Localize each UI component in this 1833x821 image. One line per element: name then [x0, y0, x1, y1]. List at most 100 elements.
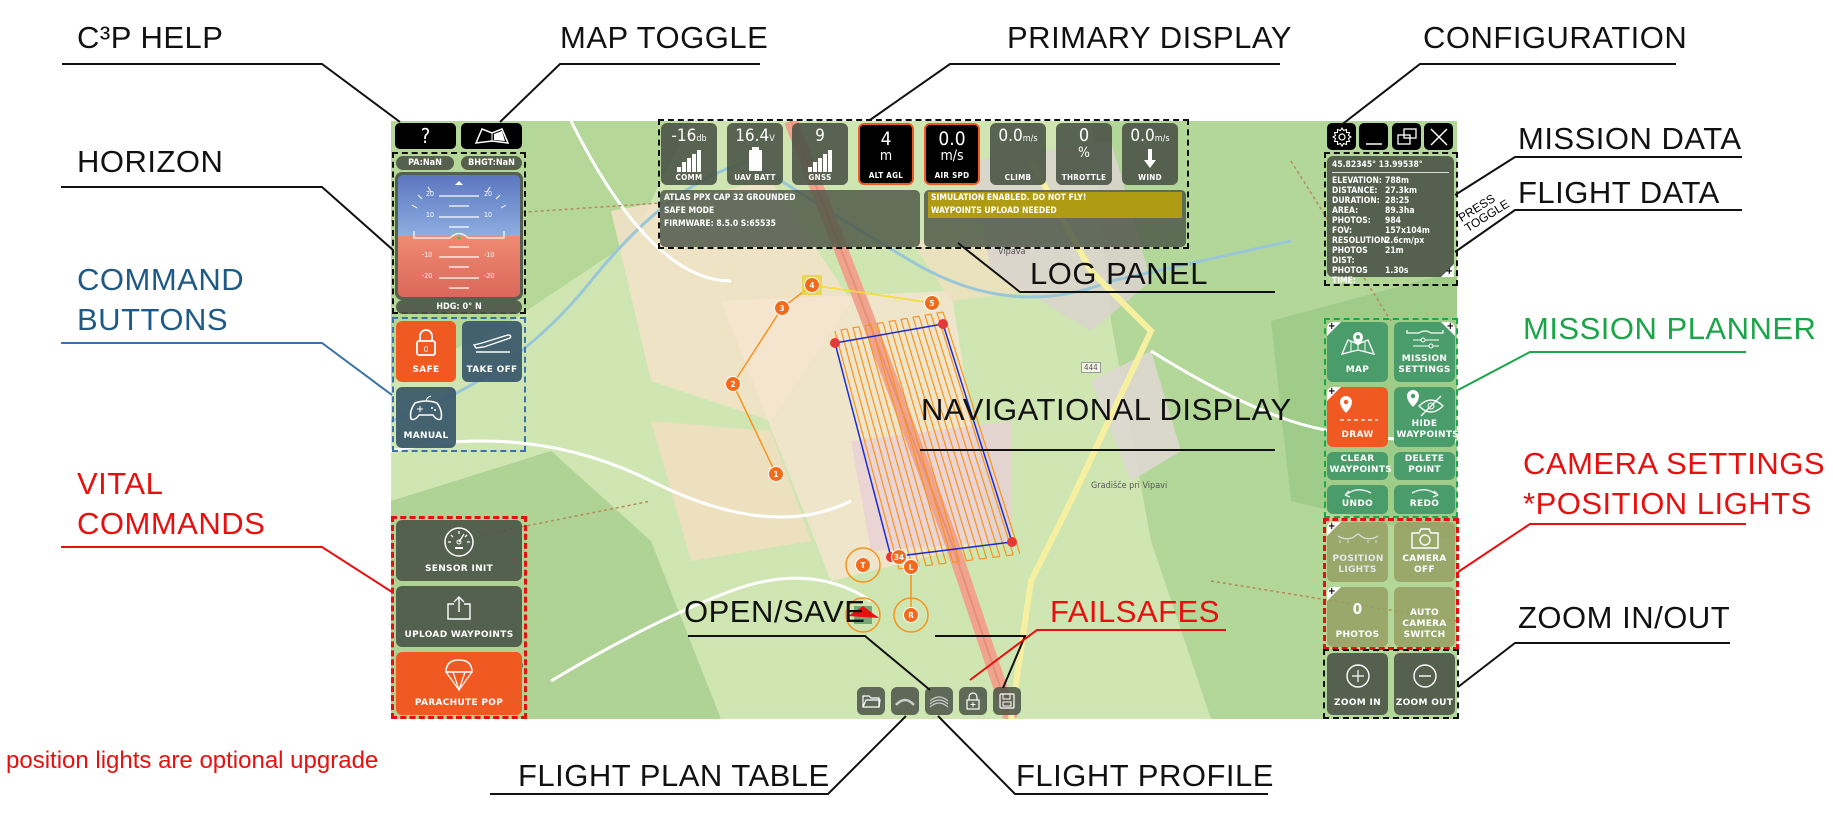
annotation-flight-plan-table: FLIGHT PLAN TABLE [518, 758, 830, 793]
mission-data-key: PHOTOS: [1332, 216, 1371, 226]
safe-button[interactable]: 0 SAFE [396, 321, 456, 382]
pitch-tick: 20 [426, 190, 435, 198]
minimize-button[interactable] [1359, 123, 1388, 150]
help-button[interactable]: ? [395, 123, 456, 149]
mission-planner-label: UNDO [1341, 498, 1374, 509]
waypoint-label: 3 [779, 303, 785, 313]
mission-data-row: PHOTOS TIME: 1.30s [1332, 266, 1449, 286]
zoom-in-button[interactable]: ZOOM IN [1327, 653, 1388, 715]
waypoint-label: 34 [893, 552, 904, 562]
annotation-horizon: HORIZON [77, 144, 224, 179]
primary-display-tile-air-spd: 0.0 m/s AIR SPD [924, 123, 980, 185]
tile-unit: m/s [940, 148, 964, 164]
bhgt-readout: BHGT:NaN [461, 156, 522, 170]
mission-data-key: ELEVATION: [1332, 176, 1382, 186]
mission-planner-delete-point-button[interactable]: DELETE POINT [1394, 452, 1455, 480]
mission-data-panel[interactable]: 45.82345° 13.99538° ELEVATION: 788m DISTAN… [1327, 156, 1454, 286]
failsafe-button[interactable] [959, 687, 987, 715]
plus-circle-icon [1345, 663, 1370, 688]
flight-profile-button[interactable] [925, 687, 953, 715]
map-pin-icon [1338, 322, 1378, 365]
zoom-out-label: ZOOM OUT [1395, 698, 1454, 708]
mission-planner-mission-settings-button[interactable]: + MISSION SETTINGS [1394, 321, 1455, 382]
manual-button[interactable]: MANUAL [396, 387, 456, 448]
flight-plan-table-button[interactable] [891, 687, 919, 715]
annotation-vital-commands-2: COMMANDS [77, 506, 266, 541]
waypoint-marker[interactable]: 1 [768, 466, 784, 482]
mission-data-value: 21m [1385, 246, 1404, 256]
mission-data-row: AREA: 89.3ha [1332, 206, 1449, 216]
tile-unit: % [1078, 145, 1090, 161]
mission-data-key: DURATION: [1332, 196, 1380, 206]
waypoint-marker[interactable]: 3 [774, 300, 790, 316]
upload-icon [447, 596, 471, 620]
tile-value: 0.0 [938, 128, 966, 150]
mission-data-value: 2.6cm/px [1385, 236, 1425, 246]
mission-planner-undo-button[interactable]: UNDO [1327, 485, 1388, 514]
mission-planner-hide-waypoints-button[interactable]: HIDE WAYPOINTS [1394, 387, 1460, 447]
tile-caption: COMM [675, 173, 703, 182]
tile-value: 4 [880, 128, 892, 150]
auto-camera-switch-button[interactable]: AUTO CAMERA SWITCH [1394, 587, 1455, 647]
toggle-plus-icon[interactable]: + [1445, 267, 1453, 277]
sensor-init-button[interactable]: SENSOR INIT [396, 520, 522, 581]
parachute-pop-button[interactable]: PARACHUTE POP [396, 652, 522, 715]
tile-value: -16 [671, 126, 697, 146]
undo-icon [1343, 488, 1373, 498]
upload-waypoints-button[interactable]: UPLOAD WAYPOINTS [396, 586, 522, 647]
warning-line: SIMULATION ENABLED. DO NOT FLY! [928, 192, 1182, 205]
photos-button[interactable]: + 0 PHOTOS [1327, 586, 1388, 647]
primary-display-tile-uav-batt: 16.4V UAV BATT [727, 123, 783, 185]
signal-bars-icon [661, 150, 717, 172]
open-button[interactable] [857, 687, 885, 715]
save-button[interactable] [993, 687, 1021, 715]
restore-button[interactable] [1392, 123, 1421, 150]
annotation-map-toggle: MAP TOGGLE [560, 20, 769, 55]
mission-planner-draw-button[interactable]: + DRAW [1327, 386, 1388, 447]
waypoint-marker[interactable]: 4 [804, 277, 820, 293]
road-label: 444 [1081, 362, 1101, 373]
primary-display-tile-comm: -16db COMM [661, 123, 717, 185]
waypoint-marker[interactable]: 2 [725, 376, 741, 392]
mission-data-row: PHOTOS DIST: 21m [1332, 246, 1449, 266]
annotation-log-panel: LOG PANEL [1030, 256, 1208, 291]
mission-data-row: ELEVATION: 788m [1332, 176, 1449, 186]
artificial-horizon: 20 20 10 10 -10 -10 -20 -20 [395, 172, 523, 300]
save-icon [999, 693, 1015, 709]
manual-label: MANUAL [403, 431, 449, 441]
primary-display-tile-climb: 0.0m/s CLIMB [990, 123, 1046, 185]
mission-data-row: FOV: 157x104m [1332, 226, 1449, 236]
mission-planner-label: HIDE WAYPOINTS [1396, 419, 1460, 440]
takeoff-button[interactable]: TAKE OFF [462, 321, 522, 382]
settings-button[interactable] [1327, 123, 1356, 150]
tile-caption: AIR SPD [934, 171, 970, 180]
annotation-command-buttons: COMMAND [77, 262, 245, 297]
place-label: Gradišče pri Vipavi [1091, 481, 1168, 491]
home-marker-landing[interactable]: L [903, 559, 919, 575]
folder-open-icon [862, 695, 881, 708]
draw-pin-icon [1336, 387, 1380, 430]
home-marker-rally[interactable]: R [903, 607, 919, 623]
gauge-icon [444, 527, 474, 557]
mission-data-row: DURATION: 28:25 [1332, 196, 1449, 206]
mission-planner-label: MISSION SETTINGS [1398, 354, 1451, 375]
position-lights-button[interactable]: + POSITION LIGHTS [1327, 521, 1388, 582]
corner-plus-icon: + [1441, 321, 1455, 336]
mission-planner-map-button[interactable]: + MAP [1327, 321, 1388, 382]
mission-planner-clear-waypoints-button[interactable]: CLEAR WAYPOINTS [1327, 452, 1392, 480]
mission-data-value: 89.3ha [1385, 206, 1415, 216]
svg-text:0: 0 [424, 345, 429, 354]
waypoint-label: 5 [929, 298, 935, 308]
flight-plan-table-icon [895, 698, 915, 706]
zoom-out-button[interactable]: ZOOM OUT [1394, 653, 1455, 715]
home-marker-takeoff[interactable]: T [855, 557, 871, 573]
camera-off-button[interactable]: CAMERA OFF [1394, 522, 1455, 582]
tile-value: 0 [1078, 125, 1090, 146]
parachute-icon [445, 659, 473, 692]
map-toggle-button[interactable] [461, 123, 522, 149]
battery-icon [727, 147, 783, 171]
waypoint-marker[interactable]: 5 [924, 295, 940, 311]
close-button[interactable] [1424, 123, 1453, 150]
mission-data-key: PHOTOS DIST: [1332, 246, 1368, 266]
mission-planner-redo-button[interactable]: REDO [1394, 485, 1455, 514]
